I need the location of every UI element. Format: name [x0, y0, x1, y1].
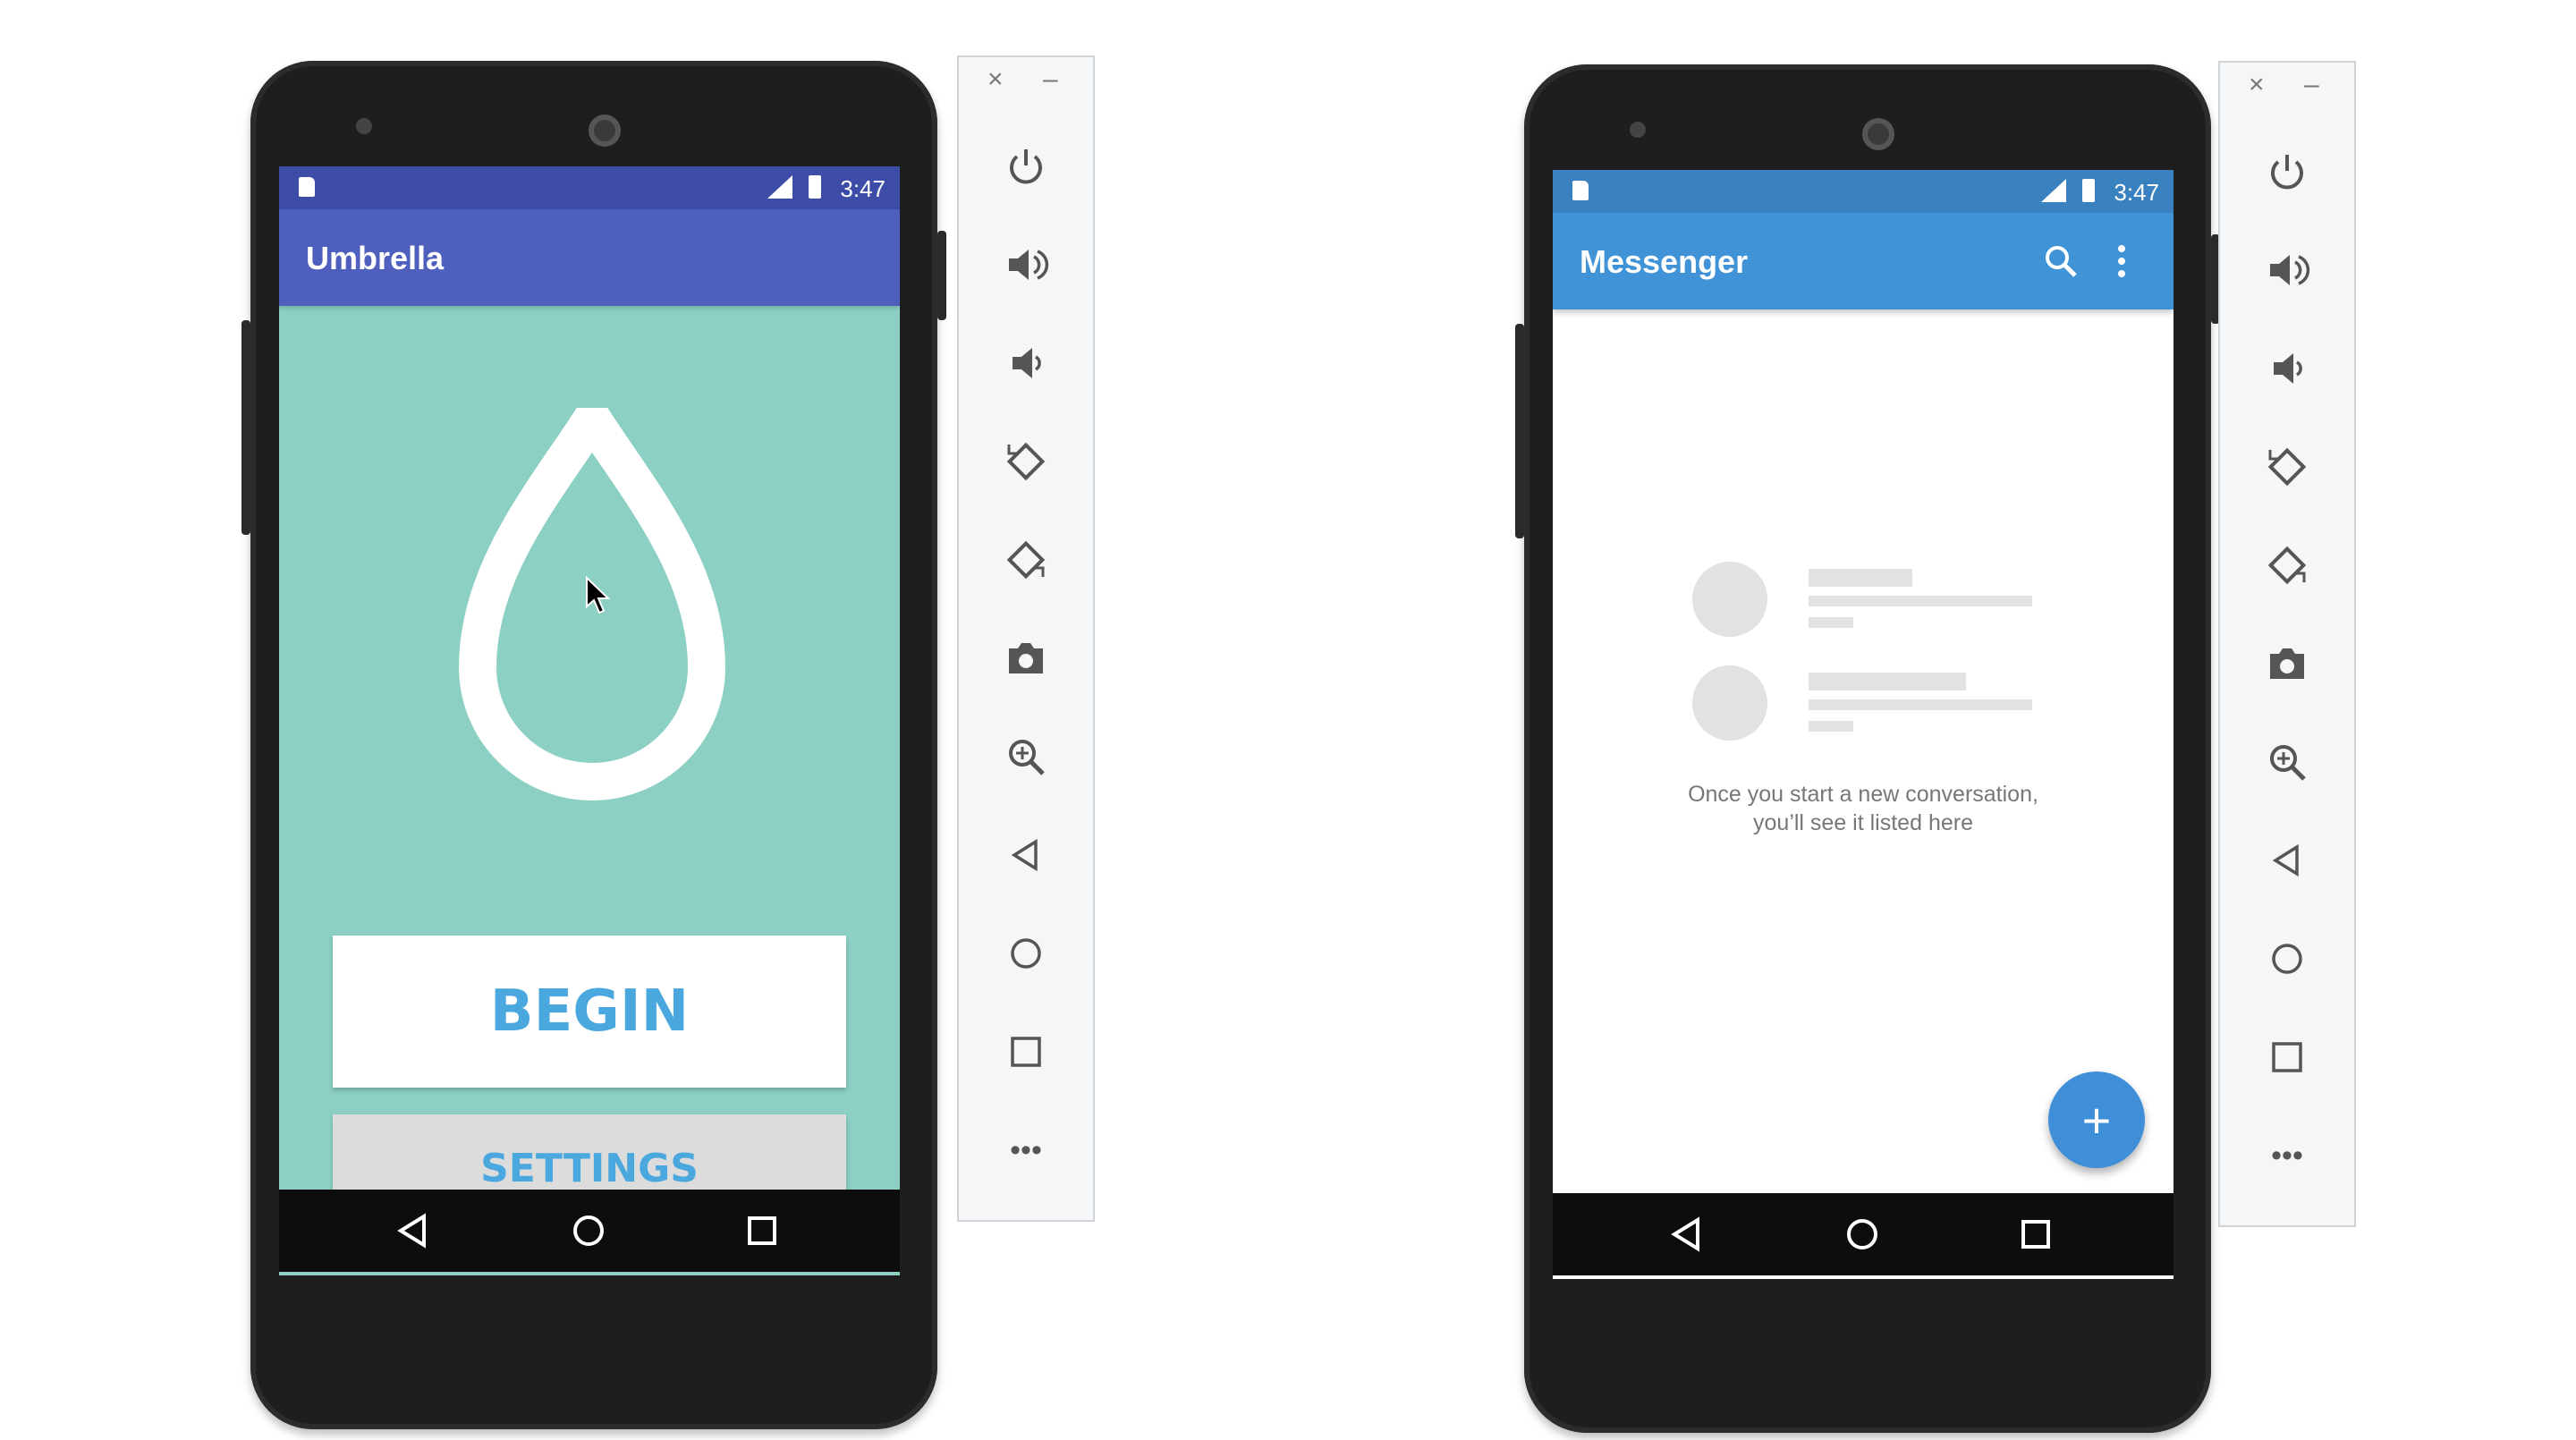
volume-side-button: [937, 231, 946, 320]
overview-icon[interactable]: [2220, 1030, 2354, 1084]
close-button[interactable]: ×: [987, 64, 1004, 95]
app-title: Messenger: [1580, 243, 1749, 280]
back-icon[interactable]: [2220, 834, 2354, 887]
placeholder-line: [1809, 569, 1912, 587]
rotate-right-icon[interactable]: [2220, 538, 2354, 592]
back-nav-icon[interactable]: [1669, 1216, 1705, 1252]
begin-button-label: BEGIN: [489, 978, 690, 1045]
placeholder-line: [1809, 596, 2032, 606]
rotate-left-icon[interactable]: [959, 435, 1093, 488]
navigation-bar: [1553, 1193, 2174, 1275]
camera-icon[interactable]: [959, 631, 1093, 685]
zoom-icon[interactable]: [2220, 735, 2354, 789]
volume-up-icon[interactable]: [2220, 243, 2354, 297]
proximity-sensor: [1630, 122, 1646, 138]
power-side-button: [1515, 324, 1524, 538]
placeholder-avatar: [1692, 562, 1767, 637]
more-label: •••: [1010, 1132, 1042, 1167]
left-emulator-phone: 3:47 Umbrella BEGIN SETTINGS: [242, 61, 946, 1429]
signal-icon: [767, 175, 792, 199]
more-vert-icon[interactable]: [2113, 243, 2131, 279]
placeholder-line: [1809, 673, 1966, 690]
volume-up-icon[interactable]: [959, 238, 1093, 292]
placeholder-line: [1809, 721, 1853, 732]
more-icon[interactable]: •••: [959, 1123, 1093, 1177]
battery-icon: [809, 175, 821, 199]
app-bar: Messenger: [1553, 213, 2174, 309]
home-nav-icon[interactable]: [571, 1213, 606, 1249]
home-icon[interactable]: [2220, 932, 2354, 986]
volume-down-icon[interactable]: [959, 336, 1093, 390]
app-title: Umbrella: [306, 240, 445, 276]
right-emulator-phone: 3:47 Messenger Once you start a new conv…: [1515, 64, 2220, 1433]
placeholder-line: [1809, 699, 2032, 710]
status-bar: 3:47: [1553, 170, 2174, 213]
fab-plus-label: +: [2081, 1091, 2112, 1148]
left-emulator-toolbar: × – •••: [957, 55, 1095, 1222]
front-camera: [589, 114, 621, 147]
search-icon[interactable]: [2043, 243, 2079, 279]
home-nav-icon[interactable]: [1844, 1216, 1880, 1252]
status-time: 3:47: [2114, 179, 2159, 206]
close-button[interactable]: ×: [2249, 70, 2265, 100]
status-time: 3:47: [840, 175, 886, 202]
recents-nav-icon[interactable]: [744, 1213, 780, 1249]
rotate-left-icon[interactable]: [2220, 440, 2354, 494]
sd-card-icon: [299, 177, 315, 197]
proximity-sensor: [356, 118, 372, 134]
status-bar: 3:47: [279, 166, 900, 209]
power-icon[interactable]: [959, 140, 1093, 193]
minimize-button[interactable]: –: [2304, 70, 2319, 100]
more-label: •••: [2271, 1138, 2303, 1173]
signal-icon: [2041, 179, 2066, 202]
minimize-button[interactable]: –: [1043, 64, 1058, 95]
zoom-icon[interactable]: [959, 730, 1093, 784]
back-nav-icon[interactable]: [395, 1213, 431, 1249]
right-phone-screen: 3:47 Messenger Once you start a new conv…: [1553, 170, 2174, 1279]
new-conversation-fab[interactable]: +: [2048, 1072, 2145, 1168]
mouse-cursor-icon: [586, 576, 611, 614]
back-icon[interactable]: [959, 828, 1093, 882]
sd-card-icon: [1572, 181, 1589, 200]
battery-icon: [2082, 179, 2095, 202]
left-phone-screen: 3:47 Umbrella BEGIN SETTINGS: [279, 166, 900, 1275]
camera-icon[interactable]: [2220, 637, 2354, 690]
empty-state-line: Once you start a new conversation,: [1688, 782, 2038, 807]
power-side-button: [242, 320, 250, 535]
placeholder-avatar: [1692, 665, 1767, 741]
overview-icon[interactable]: [959, 1025, 1093, 1079]
home-icon[interactable]: [959, 927, 1093, 980]
placeholder-line: [1809, 617, 1853, 628]
recents-nav-icon[interactable]: [2018, 1216, 2054, 1252]
right-emulator-toolbar: × – •••: [2218, 61, 2356, 1227]
empty-state-line: you’ll see it listed here: [1753, 810, 1973, 835]
power-icon[interactable]: [2220, 145, 2354, 199]
settings-button-label: SETTINGS: [480, 1145, 699, 1191]
begin-button[interactable]: BEGIN: [333, 936, 846, 1088]
more-icon[interactable]: •••: [2220, 1129, 2354, 1182]
front-camera: [1862, 118, 1894, 150]
empty-state-message: Once you start a new conversation, you’l…: [1631, 780, 2096, 837]
app-bar: Umbrella: [279, 209, 900, 306]
rotate-right-icon[interactable]: [959, 533, 1093, 587]
volume-down-icon[interactable]: [2220, 342, 2354, 395]
navigation-bar: [279, 1190, 900, 1272]
